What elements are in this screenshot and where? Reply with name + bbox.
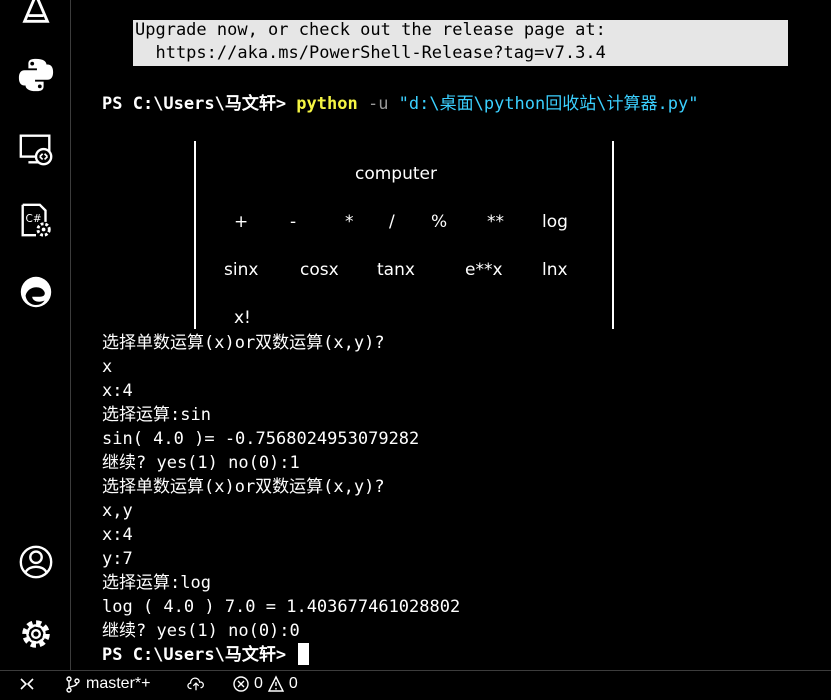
error-count: 0 bbox=[254, 675, 263, 692]
remote-indicator[interactable] bbox=[18, 675, 36, 693]
output-line: 选择运算:sin bbox=[102, 405, 211, 425]
menu-func: x! bbox=[234, 308, 251, 328]
git-branch-icon bbox=[66, 676, 80, 693]
menu-func: tanx bbox=[377, 260, 415, 280]
menu-func: e**x bbox=[465, 260, 503, 280]
output-line: 选择运算:log bbox=[102, 573, 211, 593]
warning-icon bbox=[267, 675, 285, 692]
command-exe: python bbox=[296, 94, 358, 114]
final-prompt: PS C:\Users\马文轩> bbox=[102, 645, 297, 665]
svg-text:C#: C# bbox=[26, 213, 42, 225]
output-line: x bbox=[102, 357, 113, 377]
account-icon[interactable] bbox=[14, 540, 58, 584]
explorer-icon[interactable] bbox=[14, 0, 58, 30]
menu-op: + bbox=[234, 212, 249, 232]
command-arg: "d:\桌面\python回收站\计算器.py" bbox=[398, 94, 699, 114]
output-line: log ( 4.0 ) 7.0 = 1.403677461028802 bbox=[102, 597, 461, 617]
menu-op: ** bbox=[487, 212, 504, 232]
sync-indicator[interactable] bbox=[187, 675, 205, 693]
remote-explorer-icon[interactable] bbox=[14, 127, 58, 171]
upgrade-notice-line-1: Upgrade now, or check out the release pa… bbox=[135, 20, 606, 40]
menu-op: * bbox=[345, 212, 354, 232]
output-line: y:7 bbox=[102, 549, 133, 569]
output-line: 继续? yes(1) no(0):1 bbox=[102, 453, 300, 473]
terminal-panel[interactable]: Upgrade now, or check out the release pa… bbox=[71, 0, 831, 670]
prompt: PS C:\Users\马文轩> bbox=[102, 94, 297, 114]
warning-count: 0 bbox=[288, 675, 298, 692]
menu-op: / bbox=[389, 212, 395, 232]
remote-icon bbox=[20, 678, 34, 690]
extension-settings-icon[interactable]: C# bbox=[14, 198, 58, 242]
command-flag: -u bbox=[357, 94, 399, 114]
menu-op: % bbox=[431, 212, 448, 232]
status-bar: master*+ 0 0 bbox=[0, 670, 831, 700]
problems-indicator[interactable]: 0 0 bbox=[232, 675, 298, 693]
edge-devtools-icon[interactable] bbox=[14, 270, 58, 314]
activity-bar: C# bbox=[0, 0, 71, 670]
menu-title: computer bbox=[355, 164, 437, 184]
menu-func: lnx bbox=[542, 260, 568, 280]
settings-gear-icon[interactable] bbox=[14, 612, 58, 656]
menu-op: - bbox=[290, 212, 297, 232]
command-line: PS C:\Users\马文轩> python -u "d:\桌面\python… bbox=[102, 92, 698, 116]
menu-left-border bbox=[194, 141, 196, 329]
output-line: x,y bbox=[102, 501, 133, 521]
branch-indicator[interactable]: master*+ bbox=[64, 675, 150, 693]
output-line: 选择单数运算(x)or双数运算(x,y)? bbox=[102, 477, 385, 497]
output-line: x:4 bbox=[102, 381, 133, 401]
upgrade-notice-line-2: https://aka.ms/PowerShell-Release?tag=v7… bbox=[135, 43, 606, 63]
terminal-cursor bbox=[298, 643, 310, 665]
output-line: sin( 4.0 )= -0.7568024953079282 bbox=[102, 429, 420, 449]
python-icon[interactable] bbox=[14, 53, 58, 97]
output-line: x:4 bbox=[102, 525, 133, 545]
error-icon bbox=[233, 676, 249, 692]
branch-name: master*+ bbox=[86, 675, 151, 692]
menu-func: cosx bbox=[300, 260, 339, 280]
output-line: 继续? yes(1) no(0):0 bbox=[102, 621, 300, 641]
menu-op: log bbox=[542, 212, 568, 232]
final-prompt-line[interactable]: PS C:\Users\马文轩> bbox=[102, 643, 310, 667]
sync-cloud-icon bbox=[187, 677, 204, 691]
menu-right-border bbox=[612, 141, 614, 329]
menu-func: sinx bbox=[224, 260, 259, 280]
output-line: 选择单数运算(x)or双数运算(x,y)? bbox=[102, 333, 385, 353]
